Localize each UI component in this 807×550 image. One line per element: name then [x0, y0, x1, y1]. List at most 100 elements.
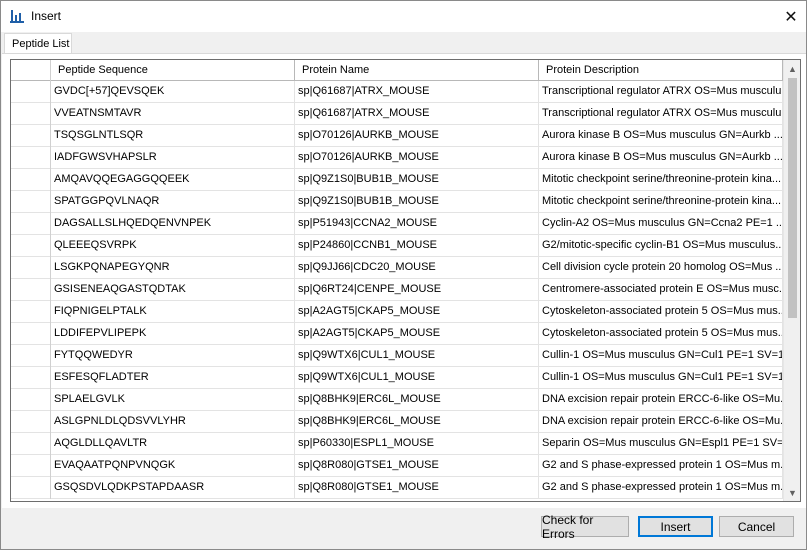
row-selector[interactable] [11, 103, 51, 125]
peptide-sequence-cell[interactable]: QLEEEQSVRPK [51, 235, 295, 257]
row-selector[interactable] [11, 147, 51, 169]
row-selector[interactable] [11, 81, 51, 103]
row-selector[interactable] [11, 389, 51, 411]
table-row[interactable]: GSQSDVLQDKPSTAPDAASR sp|Q8R080|GTSE1_MOUS… [11, 477, 783, 499]
peptide-sequence-cell[interactable]: LSGKPQNAPEGYQNR [51, 257, 295, 279]
protein-description-cell[interactable]: Transcriptional regulator ATRX OS=Mus mu… [539, 81, 783, 103]
table-row[interactable]: AQGLDLLQAVLTR sp|P60330|ESPL1_MOUSE Separi… [11, 433, 783, 455]
protein-description-cell[interactable]: Cell division cycle protein 20 homolog O… [539, 257, 783, 279]
table-row[interactable]: ESFESQFLADTER sp|Q9WTX6|CUL1_MOUSE Cullin-… [11, 367, 783, 389]
protein-name-cell[interactable]: sp|O70126|AURKB_MOUSE [295, 147, 539, 169]
protein-description-cell[interactable]: DNA excision repair protein ERCC-6-like … [539, 389, 783, 411]
close-icon[interactable]: ✕ [776, 1, 806, 32]
peptide-sequence-cell[interactable]: AMQAVQQEGAGGQQEEK [51, 169, 295, 191]
protein-name-cell[interactable]: sp|Q8R080|GTSE1_MOUSE [295, 477, 539, 499]
table-row[interactable]: SPLAELGVLK sp|Q8BHK9|ERC6L_MOUSE DNA excis… [11, 389, 783, 411]
protein-name-cell[interactable]: sp|A2AGT5|CKAP5_MOUSE [295, 301, 539, 323]
tab-peptide-list[interactable]: Peptide List [4, 33, 72, 55]
protein-description-cell[interactable]: Cyclin-A2 OS=Mus musculus GN=Ccna2 PE=1 … [539, 213, 783, 235]
check-for-errors-button[interactable]: Check for Errors [541, 513, 629, 541]
table-row[interactable]: TSQSGLNTLSQR sp|O70126|AURKB_MOUSE Aurora … [11, 125, 783, 147]
protein-description-cell[interactable]: Aurora kinase B OS=Mus musculus GN=Aurkb… [539, 125, 783, 147]
protein-name-cell[interactable]: sp|Q9Z1S0|BUB1B_MOUSE [295, 191, 539, 213]
peptide-sequence-cell[interactable]: AQGLDLLQAVLTR [51, 433, 295, 455]
peptide-sequence-cell[interactable]: VVEATNSMTAVR [51, 103, 295, 125]
protein-description-cell[interactable]: Cullin-1 OS=Mus musculus GN=Cul1 PE=1 SV… [539, 367, 783, 389]
peptide-sequence-cell[interactable]: EVAQAATPQNPVNQGK [51, 455, 295, 477]
protein-description-cell[interactable]: G2 and S phase-expressed protein 1 OS=Mu… [539, 477, 783, 499]
peptide-sequence-cell[interactable]: LDDIFEPVLIPEPK [51, 323, 295, 345]
cancel-button[interactable]: Cancel [719, 516, 794, 537]
protein-name-cell[interactable]: sp|A2AGT5|CKAP5_MOUSE [295, 323, 539, 345]
protein-name-cell[interactable]: sp|Q9WTX6|CUL1_MOUSE [295, 367, 539, 389]
peptide-sequence-cell[interactable]: ESFESQFLADTER [51, 367, 295, 389]
protein-name-cell[interactable]: sp|Q9JJ66|CDC20_MOUSE [295, 257, 539, 279]
insert-button[interactable]: Insert [638, 516, 713, 537]
scroll-up-arrow-icon[interactable]: ▲ [784, 60, 800, 77]
protein-name-cell[interactable]: sp|P51943|CCNA2_MOUSE [295, 213, 539, 235]
row-selector[interactable] [11, 323, 51, 345]
column-header-protein-name[interactable]: Protein Name [295, 60, 539, 81]
row-selector[interactable] [11, 301, 51, 323]
row-selector[interactable] [11, 477, 51, 499]
table-row[interactable]: LDDIFEPVLIPEPK sp|A2AGT5|CKAP5_MOUSE Cytos… [11, 323, 783, 345]
column-header-selector[interactable] [11, 60, 51, 81]
peptide-sequence-cell[interactable]: SPATGGPQVLNAQR [51, 191, 295, 213]
row-selector[interactable] [11, 367, 51, 389]
protein-description-cell[interactable]: G2 and S phase-expressed protein 1 OS=Mu… [539, 455, 783, 477]
peptide-sequence-cell[interactable]: SPLAELGVLK [51, 389, 295, 411]
protein-name-cell[interactable]: sp|Q8BHK9|ERC6L_MOUSE [295, 411, 539, 433]
protein-name-cell[interactable]: sp|Q9Z1S0|BUB1B_MOUSE [295, 169, 539, 191]
protein-description-cell[interactable]: Cytoskeleton-associated protein 5 OS=Mus… [539, 323, 783, 345]
table-row[interactable]: GSISENEAQGASTQDTAK sp|Q6RT24|CENPE_MOUSE C… [11, 279, 783, 301]
row-selector[interactable] [11, 213, 51, 235]
table-row[interactable]: EVAQAATPQNPVNQGK sp|Q8R080|GTSE1_MOUSE G2 … [11, 455, 783, 477]
protein-description-cell[interactable]: Mitotic checkpoint serine/threonine-prot… [539, 191, 783, 213]
protein-description-cell[interactable]: Cullin-1 OS=Mus musculus GN=Cul1 PE=1 SV… [539, 345, 783, 367]
table-row[interactable]: IADFGWSVHAPSLR sp|O70126|AURKB_MOUSE Auror… [11, 147, 783, 169]
row-selector[interactable] [11, 125, 51, 147]
row-selector[interactable] [11, 191, 51, 213]
protein-name-cell[interactable]: sp|Q9WTX6|CUL1_MOUSE [295, 345, 539, 367]
protein-name-cell[interactable]: sp|P60330|ESPL1_MOUSE [295, 433, 539, 455]
protein-name-cell[interactable]: sp|Q6RT24|CENPE_MOUSE [295, 279, 539, 301]
vertical-scrollbar[interactable]: ▲ ▼ [783, 60, 800, 501]
table-row[interactable]: VVEATNSMTAVR sp|Q61687|ATRX_MOUSE Transcri… [11, 103, 783, 125]
peptide-sequence-cell[interactable]: GSISENEAQGASTQDTAK [51, 279, 295, 301]
protein-name-cell[interactable]: sp|P24860|CCNB1_MOUSE [295, 235, 539, 257]
row-selector[interactable] [11, 257, 51, 279]
peptide-sequence-cell[interactable]: FYTQQWEDYR [51, 345, 295, 367]
table-row[interactable]: GVDC[+57]QEVSQEK sp|Q61687|ATRX_MOUSE Tran… [11, 81, 783, 103]
row-selector[interactable] [11, 345, 51, 367]
protein-description-cell[interactable]: Cytoskeleton-associated protein 5 OS=Mus… [539, 301, 783, 323]
peptide-sequence-cell[interactable]: TSQSGLNTLSQR [51, 125, 295, 147]
protein-name-cell[interactable]: sp|O70126|AURKB_MOUSE [295, 125, 539, 147]
peptide-sequence-cell[interactable]: GSQSDVLQDKPSTAPDAASR [51, 477, 295, 499]
protein-description-cell[interactable]: G2/mitotic-specific cyclin-B1 OS=Mus mus… [539, 235, 783, 257]
scrollbar-thumb[interactable] [788, 78, 797, 318]
protein-description-cell[interactable]: Centromere-associated protein E OS=Mus m… [539, 279, 783, 301]
protein-name-cell[interactable]: sp|Q8BHK9|ERC6L_MOUSE [295, 389, 539, 411]
row-selector[interactable] [11, 411, 51, 433]
column-header-peptide-sequence[interactable]: Peptide Sequence [51, 60, 295, 81]
peptide-sequence-cell[interactable]: DAGSALLSLHQEDQENVNPEK [51, 213, 295, 235]
peptide-sequence-cell[interactable]: GVDC[+57]QEVSQEK [51, 81, 295, 103]
peptide-sequence-cell[interactable]: ASLGPNLDLQDSVVLYHR [51, 411, 295, 433]
protein-description-cell[interactable]: Transcriptional regulator ATRX OS=Mus mu… [539, 103, 783, 125]
peptide-grid[interactable]: Peptide Sequence Protein Name Protein De… [10, 59, 801, 502]
table-row[interactable]: AMQAVQQEGAGGQQEEK sp|Q9Z1S0|BUB1B_MOUSE Mi… [11, 169, 783, 191]
table-row[interactable]: SPATGGPQVLNAQR sp|Q9Z1S0|BUB1B_MOUSE Mitot… [11, 191, 783, 213]
table-row[interactable]: DAGSALLSLHQEDQENVNPEK sp|P51943|CCNA2_MOU… [11, 213, 783, 235]
table-row[interactable]: FYTQQWEDYR sp|Q9WTX6|CUL1_MOUSE Cullin-1 O… [11, 345, 783, 367]
peptide-sequence-cell[interactable]: IADFGWSVHAPSLR [51, 147, 295, 169]
scroll-down-arrow-icon[interactable]: ▼ [784, 484, 800, 501]
protein-name-cell[interactable]: sp|Q61687|ATRX_MOUSE [295, 81, 539, 103]
table-row[interactable]: LSGKPQNAPEGYQNR sp|Q9JJ66|CDC20_MOUSE Cell… [11, 257, 783, 279]
protein-name-cell[interactable]: sp|Q8R080|GTSE1_MOUSE [295, 455, 539, 477]
table-row[interactable]: ASLGPNLDLQDSVVLYHR sp|Q8BHK9|ERC6L_MOUSE D… [11, 411, 783, 433]
protein-description-cell[interactable]: DNA excision repair protein ERCC-6-like … [539, 411, 783, 433]
row-selector[interactable] [11, 235, 51, 257]
row-selector[interactable] [11, 279, 51, 301]
column-header-protein-description[interactable]: Protein Description [539, 60, 783, 81]
protein-name-cell[interactable]: sp|Q61687|ATRX_MOUSE [295, 103, 539, 125]
